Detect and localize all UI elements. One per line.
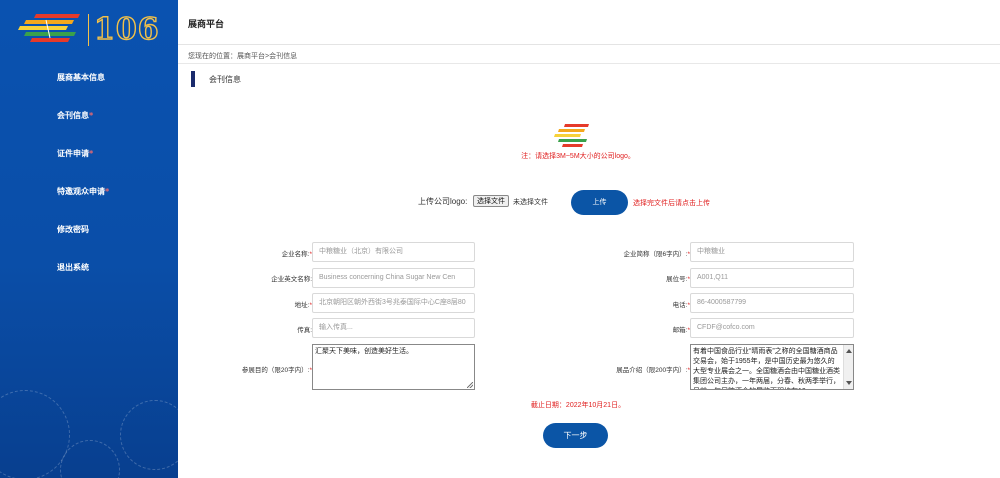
- breadcrumb: 您现在的位置：展商平台>会刊信息: [188, 53, 298, 60]
- sidebar-item-label: 展商基本信息: [57, 72, 105, 82]
- scroll-down-icon[interactable]: [846, 381, 852, 385]
- sidebar-item-badge-apply[interactable]: 证件申请*: [0, 138, 178, 176]
- label-text: 企业简称（限6字内）: [623, 251, 686, 258]
- address-label: 地址:*: [294, 302, 312, 309]
- required-star: *: [89, 110, 94, 120]
- deadline-note: 截止日期：2022年10月21日。: [530, 402, 626, 409]
- sidebar-item-label: 特邀观众申请: [57, 186, 105, 196]
- address-input[interactable]: 北京朝阳区朝外西街3号兆泰国际中心C座8层80: [312, 293, 475, 313]
- scroll-up-icon[interactable]: [846, 349, 852, 353]
- logo-divider: [88, 14, 89, 46]
- label-text: 企业英文名称: [271, 276, 311, 283]
- company-en-input[interactable]: Business concerning China Sugar New Cen: [312, 268, 475, 288]
- short-name-label: 企业简称（限6字内）:*: [623, 251, 690, 258]
- decor-wheel-icon: [120, 400, 178, 470]
- intro-text: 有着中国食品行业“晴雨表”之称的全国糖酒商品交易会，始于1955年，是中国历史最…: [693, 348, 840, 389]
- next-step-button[interactable]: 下一步: [543, 423, 608, 448]
- main-content: 展商平台 您现在的位置：展商平台>会刊信息 会刊信息 注：请选择3M~5M大小的…: [178, 0, 1000, 478]
- resize-grip-icon[interactable]: [467, 382, 473, 388]
- label-text: 电话: [672, 302, 686, 309]
- fax-input[interactable]: 输入传真...: [312, 318, 475, 338]
- label-text: 企业名称: [281, 251, 308, 258]
- sidebar-item-logout[interactable]: 退出系统: [0, 252, 178, 290]
- page-title: 展商平台: [188, 19, 225, 29]
- email-input[interactable]: CFDF@cofco.com: [690, 318, 854, 338]
- event-number: 106: [93, 11, 160, 47]
- upload-button[interactable]: 上传: [571, 190, 628, 215]
- sidebar-item-label: 修改密码: [57, 224, 89, 234]
- required-star: *: [89, 148, 94, 158]
- textarea-scrollbar[interactable]: [843, 345, 853, 389]
- intro-textarea[interactable]: 有着中国食品行业“晴雨表”之称的全国糖酒商品交易会，始于1955年，是中国历史最…: [690, 344, 854, 390]
- company-en-label: 企业英文名称:: [271, 273, 312, 283]
- header-divider: [178, 44, 1000, 45]
- choose-file-button[interactable]: 选择文件: [473, 195, 509, 207]
- short-name-input[interactable]: 中粮糖业: [690, 242, 854, 262]
- sidebar-menu: 展商基本信息 会刊信息* 证件申请* 特邀观众申请* 修改密码 退出系统: [0, 62, 178, 290]
- phone-label: 电话:*: [672, 302, 690, 309]
- sidebar-item-label: 会刊信息: [57, 110, 89, 120]
- label-text: 邮箱: [672, 327, 686, 334]
- logo-size-note: 注：请选择3M~5M大小的公司logo。: [521, 153, 635, 160]
- purpose-label: 参展目的（限20字内）:*: [241, 367, 312, 374]
- fax-label: 传真:: [297, 324, 312, 334]
- label-text: 参展目的（限20字内）: [241, 367, 308, 374]
- label-text: 地址: [294, 302, 308, 309]
- breadcrumb-divider: [178, 63, 1000, 64]
- purpose-text: 汇聚天下美味，创造美好生活。: [315, 348, 413, 355]
- section-title: 会刊信息: [209, 75, 241, 84]
- label-text: 展品介绍（限200字内）: [616, 367, 686, 374]
- sidebar-item-label: 退出系统: [57, 262, 89, 272]
- company-name-input[interactable]: 中粮糖业（北京）有限公司: [312, 242, 475, 262]
- label-text: 展位号: [666, 276, 686, 283]
- upload-tip: 选择完文件后请点击上传: [633, 200, 710, 207]
- sidebar: 106 展商基本信息 会刊信息* 证件申请* 特邀观众申请* 修改密码 退出系统: [0, 0, 178, 478]
- sidebar-item-basic-info[interactable]: 展商基本信息: [0, 62, 178, 100]
- sidebar-item-change-password[interactable]: 修改密码: [0, 214, 178, 252]
- company-logo-icon: [554, 124, 589, 147]
- label-text: 传真: [297, 327, 311, 334]
- sidebar-item-vip-visitor[interactable]: 特邀观众申请*: [0, 176, 178, 214]
- sidebar-item-catalog-info[interactable]: 会刊信息*: [0, 100, 178, 138]
- booth-label: 展位号:*: [666, 276, 690, 283]
- upload-label: 上传公司logo:: [418, 197, 468, 206]
- sidebar-item-label: 证件申请: [57, 148, 89, 158]
- purpose-textarea[interactable]: 汇聚天下美味，创造美好生活。: [312, 344, 475, 390]
- required-star: *: [105, 186, 110, 196]
- phone-input[interactable]: 86-4000587799: [690, 293, 854, 313]
- email-label: 邮箱:*: [672, 327, 690, 334]
- booth-input[interactable]: A001,Q11: [690, 268, 854, 288]
- file-status: 未选择文件: [513, 199, 548, 206]
- decor-wheel-icon: [60, 440, 120, 478]
- intro-label: 展品介绍（限200字内）:*: [616, 367, 690, 374]
- section-marker: [191, 71, 195, 87]
- company-name-label: 企业名称:*: [281, 251, 312, 258]
